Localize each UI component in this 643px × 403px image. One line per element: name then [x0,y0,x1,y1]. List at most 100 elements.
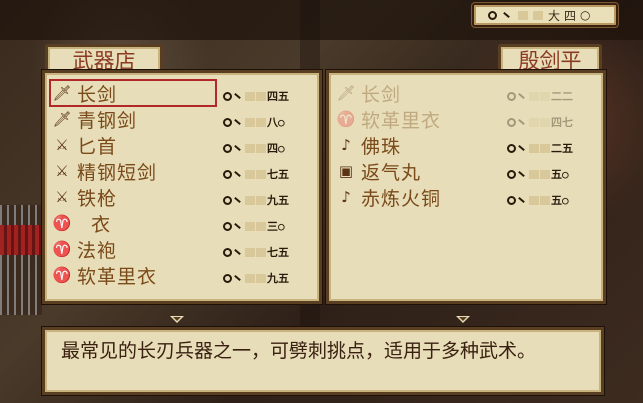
coin-slash-icon [234,118,241,126]
digit-blank [540,169,550,179]
dagger-icon: ⚔ [55,136,69,154]
digit-blank [256,221,266,231]
digit-blank [540,117,550,127]
item-price: 四○ [223,140,285,156]
price-value: 二五 [551,142,573,155]
coin-icon [223,117,232,127]
character-item[interactable]: ♪ 赤炼火铜 [335,185,499,210]
coin-slash-icon [234,144,241,152]
digit-blank [529,91,539,101]
shop-item-name: 衣 [77,213,112,236]
price-value: 九五 [267,272,289,285]
shop-item-name: 法袍 [77,239,118,262]
shop-item[interactable]: ♈ 衣 [51,211,215,236]
item-price: 二五 [507,140,573,156]
coin-icon [507,143,516,153]
shop-item[interactable]: ⚔ 铁枪 [51,185,215,210]
coin-icon [223,195,232,205]
item-price: 四五 [223,88,289,104]
character-item[interactable]: ♪ 佛珠 [335,133,499,158]
coin-icon [223,273,232,283]
shop-item[interactable]: ♈ 法袍 [51,237,215,262]
digit-blank [256,117,266,127]
shop-item[interactable]: ⚔ 匕首 [51,133,215,158]
coin-slash-icon [234,248,241,256]
coin-slash-icon [503,11,510,19]
digit-blank [540,91,550,101]
shop-item-name: 精钢短剑 [77,161,158,184]
coin-icon [223,247,232,257]
shop-item-name: 铁枪 [77,187,118,210]
shop-item-name: 长剑 [77,83,118,106]
shop-item-name: 青钢剑 [77,109,138,132]
character-item[interactable]: ▣ 返气丸 [335,159,499,184]
digit-blank [256,143,266,153]
spear-rack [0,205,42,315]
money-display: 大 四 ○ [472,3,618,27]
character-scroll-down-icon[interactable] [456,316,470,323]
digit-blank [245,221,255,231]
coin-slash-icon [518,118,525,126]
item-price: 五○ [507,166,569,182]
price-value: 五○ [551,168,569,181]
digit-blank [245,195,255,205]
character-item-name: 返气丸 [361,161,422,184]
digit-blank [518,10,528,20]
robe-icon: ♈ [52,266,72,284]
digit-blank [529,169,539,179]
character-item[interactable]: ♈ 软革里衣 [335,107,499,132]
coin-icon [507,117,516,127]
shop-panel: 🗡 长剑 四五 🗡 青钢剑 八○ ⚔ 匕首 四○ ⚔ 精钢短剑 七五 ⚔ 铁枪 九五 ♈ 衣三○ ♈ 法袍 七五 ♈ 软… [42,70,322,304]
shop-item[interactable]: 🗡 长剑 [49,79,217,107]
item-price: 七五 [223,244,289,260]
digit-blank [256,195,266,205]
shop-title-tab: 武器店 [45,44,163,73]
coin-slash-icon [234,274,241,282]
digit-blank [245,91,255,101]
digit-blank [245,169,255,179]
character-panel: 🗡 长剑 二二 ♈ 软革里衣 四七 ♪ 佛珠 二五 ▣ 返气丸 五○ ♪ 赤炼火铜 五○ [326,70,606,304]
item-price: 五○ [507,192,569,208]
sword-icon: 🗡 [336,84,356,102]
price-value: 五○ [551,194,569,207]
shop-item[interactable]: ♈ 软革里衣 [51,263,215,288]
coin-slash-icon [234,196,241,204]
price-value: 四五 [267,90,289,103]
digit-blank [256,169,266,179]
shop-scroll-down-icon[interactable] [170,316,184,323]
coin-icon [223,169,232,179]
sword-icon: 🗡 [52,84,72,102]
price-value: 九五 [267,194,289,207]
shop-item[interactable]: ⚔ 精钢短剑 [51,159,215,184]
coin-slash-icon [518,144,525,152]
character-item-name: 赤炼火铜 [361,187,442,210]
shop-item[interactable]: 🗡 青钢剑 [51,107,215,132]
character-name-tab: 殷剑平 [498,44,602,73]
digit-blank [245,143,255,153]
digit-blank [529,117,539,127]
bead-icon: ♪ [341,188,351,206]
robe-icon: ♈ [52,214,72,232]
item-price: 三○ [223,218,285,234]
dagger-icon: ⚔ [55,162,69,180]
price-value: 八○ [267,116,285,129]
coin-icon [223,143,232,153]
digit-blank [256,273,266,283]
digit-blank [245,273,255,283]
shop-item-name: 软革里衣 [77,265,158,288]
character-item[interactable]: 🗡 长剑 [335,81,499,106]
coin-icon [488,10,497,20]
coin-icon [507,169,516,179]
digit-blank [533,10,543,20]
digit-blank [540,143,550,153]
price-value: 七五 [267,246,289,259]
spear-icon: ⚔ [55,188,69,206]
digit-blank [540,195,550,205]
coin-slash-icon [518,196,525,204]
character-item-name: 佛珠 [361,135,402,158]
item-price: 八○ [223,114,285,130]
bead-icon: ♪ [341,136,351,154]
coin-icon [507,195,516,205]
coin-slash-icon [234,92,241,100]
digit-blank [256,91,266,101]
